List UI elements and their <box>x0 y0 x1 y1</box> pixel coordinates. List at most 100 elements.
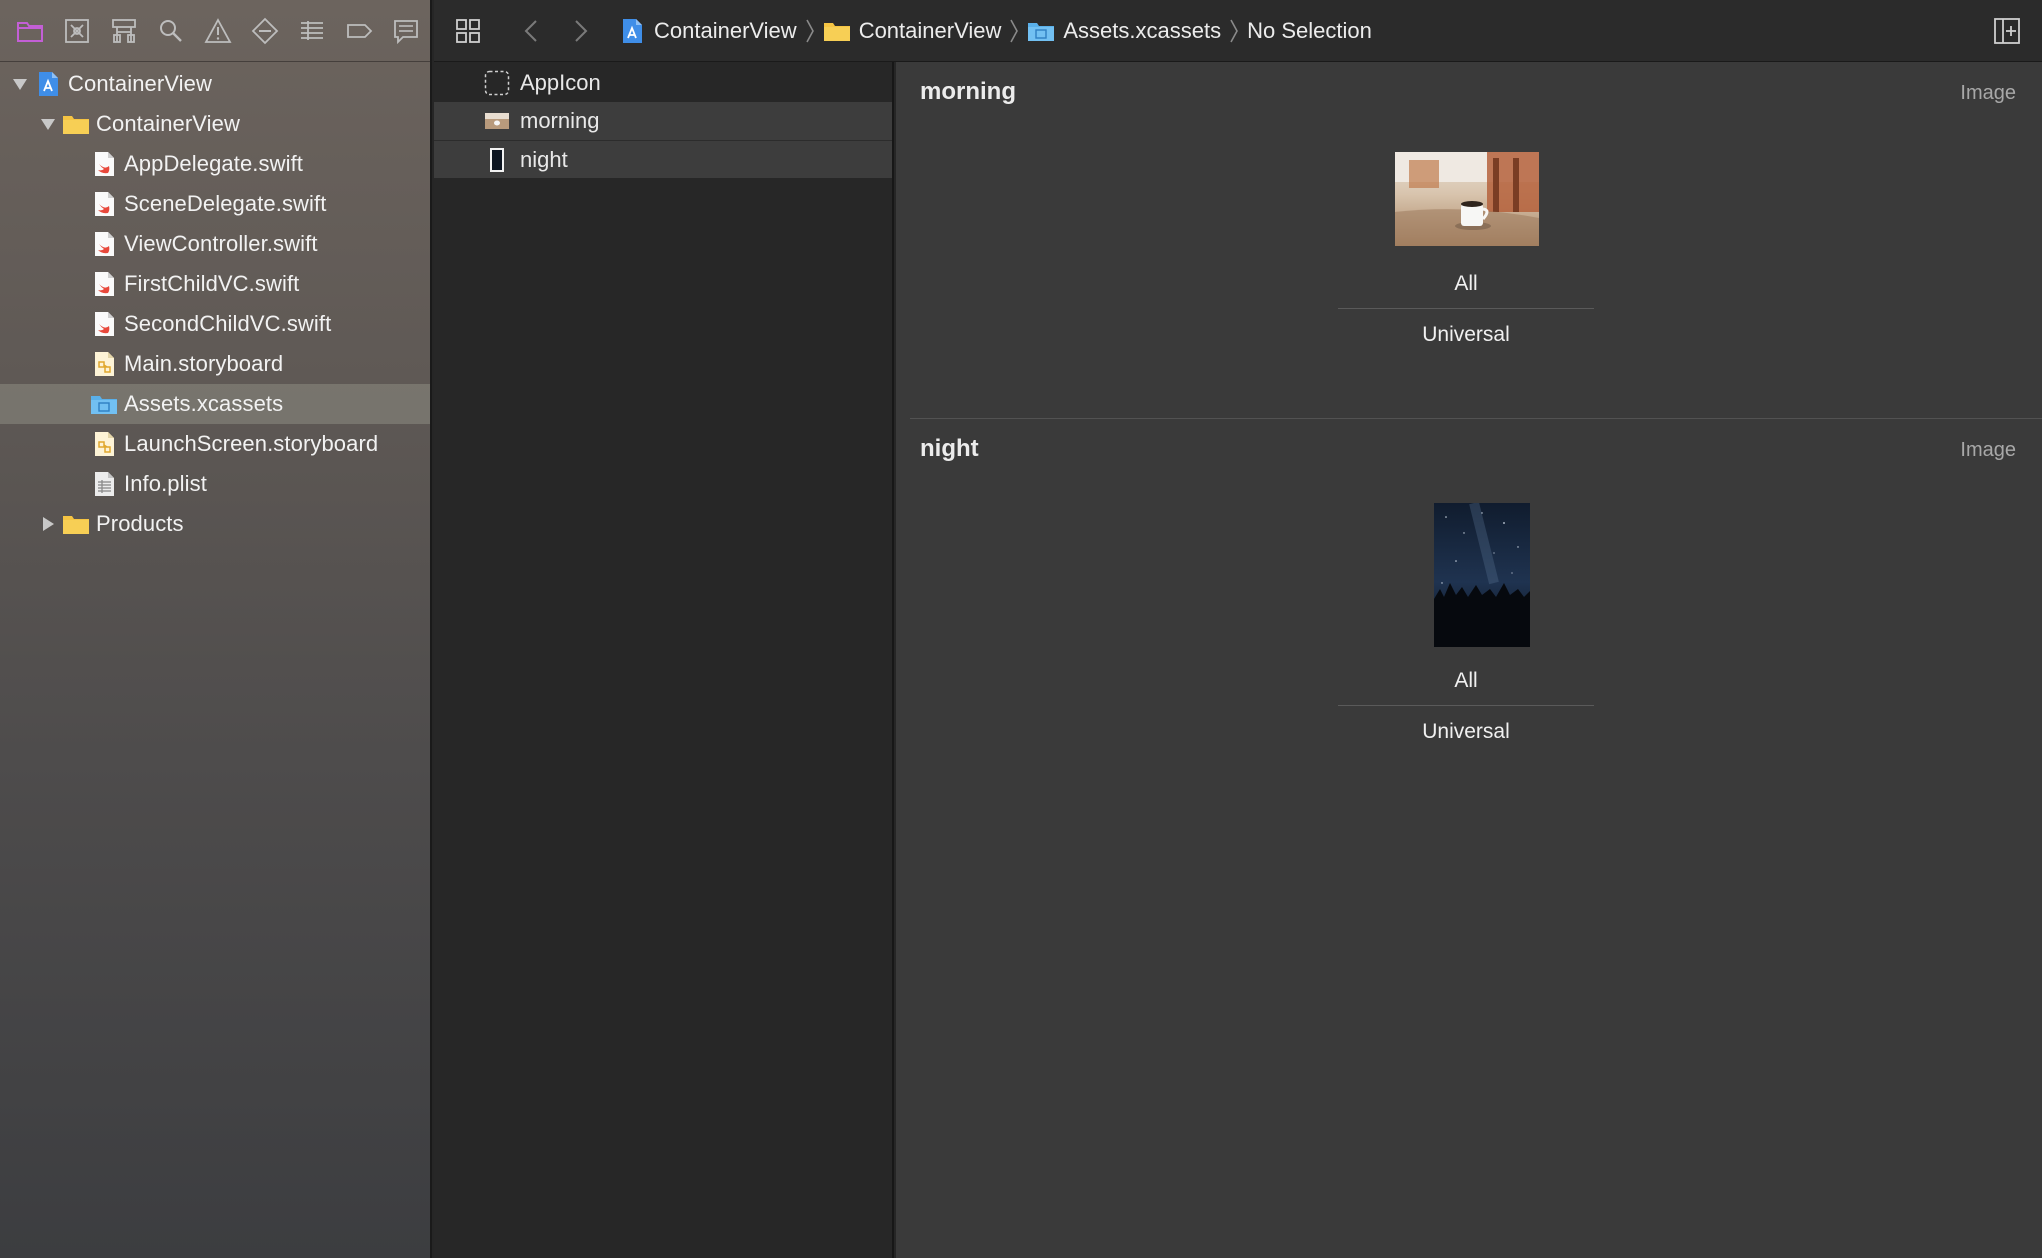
asset-item-label: AppIcon <box>520 70 601 95</box>
folder-icon <box>62 510 90 538</box>
tree-row-file[interactable]: FirstChildVC.swift <box>0 264 430 304</box>
source-control-icon[interactable] <box>53 7 100 55</box>
breadcrumb-separator-icon <box>805 19 814 42</box>
image-slot-labels: All Universal <box>1338 669 1594 744</box>
morning-image-preview <box>1395 152 1539 246</box>
disclosure-collapsed-icon[interactable] <box>34 504 62 544</box>
breadcrumb-label: No Selection <box>1247 17 1372 43</box>
asset-catalog-icon <box>90 390 118 418</box>
image-thumbnail-icon <box>484 147 510 173</box>
tree-row-file[interactable]: SecondChildVC.swift <box>0 304 430 344</box>
jump-bar: ContainerView ContainerView Assets.xcass… <box>434 0 2042 62</box>
tree-row-group[interactable]: ContainerView <box>0 104 430 144</box>
swift-file-icon <box>90 190 118 218</box>
folder-icon <box>823 22 850 41</box>
tree-row-file[interactable]: Info.plist <box>0 464 430 504</box>
tree-label: Products <box>96 511 184 536</box>
find-navigator-icon[interactable] <box>147 7 194 55</box>
image-slot-labels: All Universal <box>1338 272 1594 347</box>
slot-divider <box>1338 705 1594 706</box>
folder-icon <box>62 110 90 138</box>
test-navigator-icon[interactable] <box>242 7 289 55</box>
swift-file-icon <box>90 310 118 338</box>
swift-file-icon <box>90 270 118 298</box>
asset-item-appicon[interactable]: AppIcon <box>434 64 892 102</box>
breadcrumb-project[interactable]: ContainerView <box>618 17 797 45</box>
app-icon-placeholder-icon <box>484 70 510 96</box>
asset-list: AppIcon morning night <box>434 62 894 1258</box>
storyboard-file-icon <box>90 350 118 378</box>
tree-label: AppDelegate.swift <box>124 151 304 176</box>
report-navigator-icon[interactable] <box>383 7 430 55</box>
image-set-type: Image <box>1960 439 2016 461</box>
slot-scale-label: All <box>1454 669 1478 692</box>
symbol-navigator-icon[interactable] <box>100 7 147 55</box>
slot-divider <box>1338 308 1594 309</box>
asset-item-morning[interactable]: morning <box>434 102 892 140</box>
related-items-icon[interactable] <box>444 7 492 55</box>
image-thumbnail-icon <box>484 108 510 134</box>
xcode-project-icon <box>34 70 62 98</box>
tree-row-file-selected[interactable]: Assets.xcassets <box>0 384 430 424</box>
image-set-title: morning <box>920 78 1016 105</box>
issue-navigator-icon[interactable] <box>194 7 241 55</box>
debug-navigator-icon[interactable] <box>289 7 336 55</box>
image-set-section: morning Image All Universal <box>896 62 2042 418</box>
breadcrumb-group[interactable]: ContainerView <box>823 17 1002 45</box>
disclosure-expanded-icon[interactable] <box>34 104 62 144</box>
slot-idiom-label: Universal <box>1422 720 1510 743</box>
tree-row-file[interactable]: ViewController.swift <box>0 224 430 264</box>
tree-label: Main.storyboard <box>124 351 284 376</box>
swift-file-icon <box>90 150 118 178</box>
asset-catalog-icon <box>1028 22 1055 41</box>
navigator-toolbar <box>0 0 430 62</box>
back-chevron-icon[interactable] <box>508 7 556 55</box>
storyboard-file-icon <box>90 430 118 458</box>
breadcrumb-separator-icon <box>1010 19 1019 42</box>
tree-label: ContainerView <box>96 111 240 136</box>
project-navigator: ContainerView ContainerView AppDelegate.… <box>0 0 432 1258</box>
image-set-type: Image <box>1960 82 2016 104</box>
breadcrumb-separator-icon <box>1230 19 1239 42</box>
xcode-project-icon <box>623 18 642 43</box>
image-set-title: night <box>920 435 979 462</box>
tree-label: LaunchScreen.storyboard <box>124 431 379 456</box>
breadcrumb-label: ContainerView <box>654 17 797 43</box>
tree-label: SceneDelegate.swift <box>124 191 327 216</box>
asset-detail: morning Image All Universal night Image … <box>896 62 2042 1258</box>
add-editor-icon[interactable] <box>1992 16 2022 46</box>
swift-file-icon <box>90 230 118 258</box>
tree-label: ContainerView <box>68 71 212 96</box>
tree-label: Info.plist <box>124 471 207 496</box>
slot-scale-label: All <box>1454 272 1478 295</box>
slot-idiom-label: Universal <box>1422 323 1510 346</box>
night-image-preview <box>1434 501 1530 647</box>
tree-label: Assets.xcassets <box>124 391 284 416</box>
tree-row-file[interactable]: SceneDelegate.swift <box>0 184 430 224</box>
tree-row-file[interactable]: AppDelegate.swift <box>0 144 430 184</box>
image-well-night[interactable] <box>1434 501 1530 647</box>
plist-file-icon <box>90 470 118 498</box>
project-navigator-icon[interactable] <box>6 7 53 55</box>
breakpoint-navigator-icon[interactable] <box>336 7 383 55</box>
tree-label: ViewController.swift <box>124 231 318 256</box>
breadcrumb-selection[interactable]: No Selection <box>1247 18 1372 44</box>
tree-row-project[interactable]: ContainerView <box>0 64 430 104</box>
image-set-section: night Image All Universal <box>910 418 2042 774</box>
asset-item-night[interactable]: night <box>434 140 892 178</box>
breadcrumb-assets[interactable]: Assets.xcassets <box>1027 17 1221 45</box>
tree-label: FirstChildVC.swift <box>124 271 300 296</box>
file-tree: ContainerView ContainerView AppDelegate.… <box>0 62 430 544</box>
asset-item-label: morning <box>520 108 600 133</box>
tree-row-file[interactable]: Main.storyboard <box>0 344 430 384</box>
breadcrumb: ContainerView ContainerView Assets.xcass… <box>618 17 1372 45</box>
breadcrumb-label: Assets.xcassets <box>1063 17 1222 43</box>
asset-item-label: night <box>520 146 568 172</box>
tree-row-products[interactable]: Products <box>0 504 430 544</box>
tree-label: SecondChildVC.swift <box>124 311 332 336</box>
forward-chevron-icon[interactable] <box>556 7 604 55</box>
image-well-morning[interactable] <box>1395 152 1539 246</box>
tree-row-file[interactable]: LaunchScreen.storyboard <box>0 424 430 464</box>
disclosure-expanded-icon[interactable] <box>6 64 34 104</box>
breadcrumb-label: ContainerView <box>858 17 1002 43</box>
